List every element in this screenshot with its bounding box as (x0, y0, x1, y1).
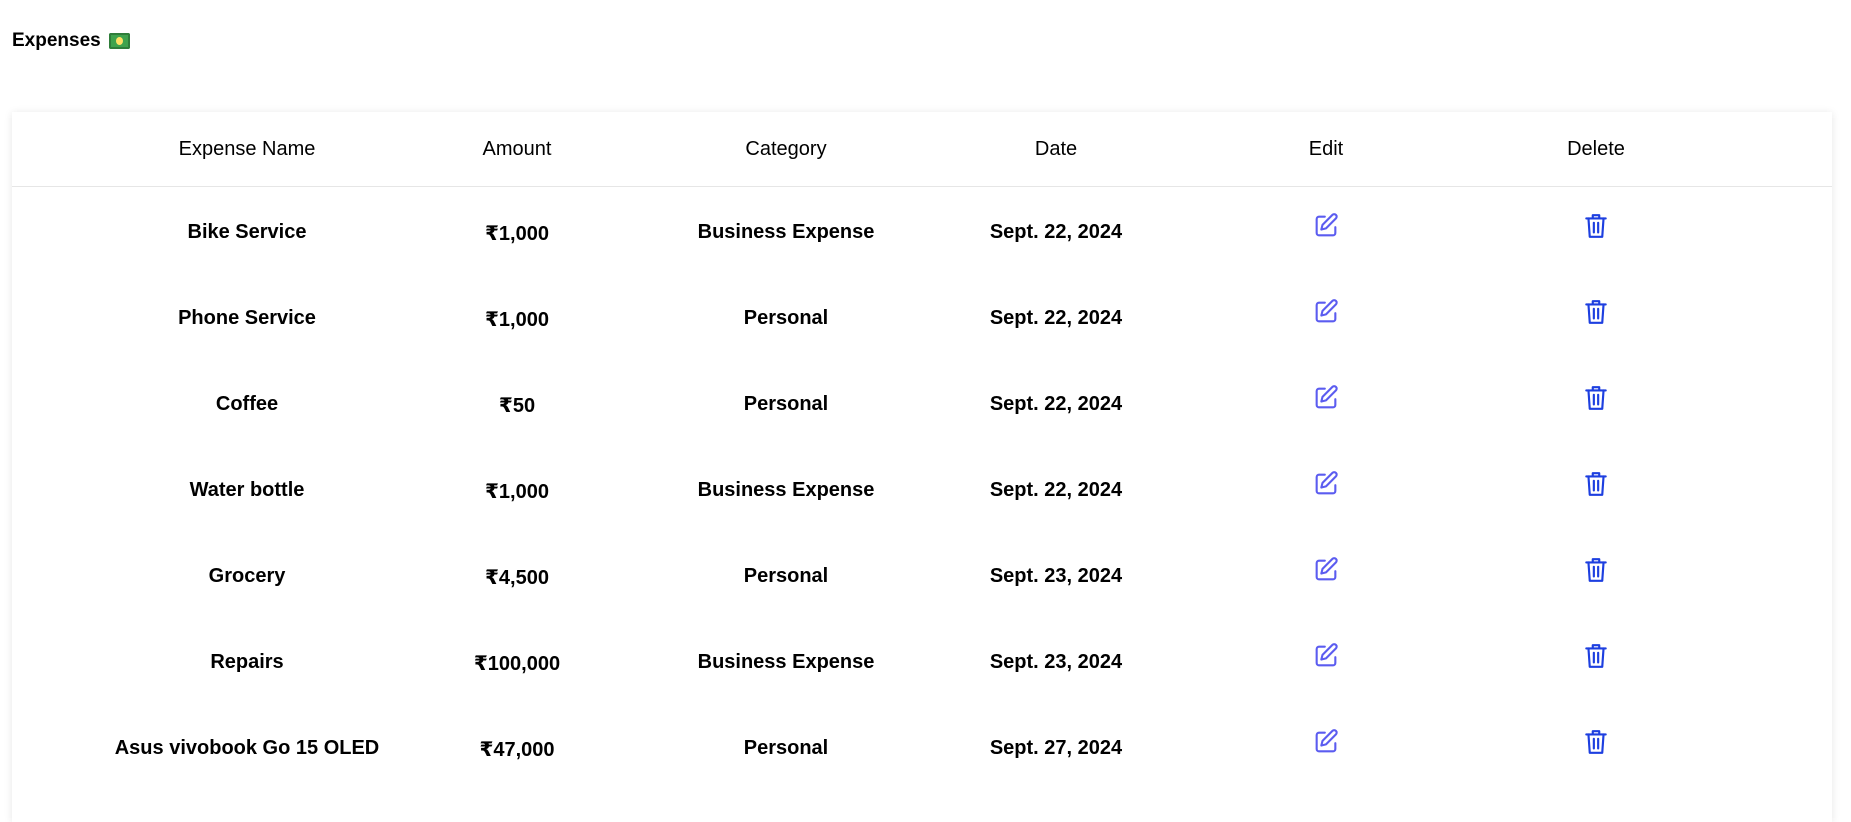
expense-amount: ₹47,000 (479, 739, 555, 761)
edit-icon (1315, 643, 1338, 667)
expense-category: Personal (743, 565, 829, 587)
edit-button[interactable] (1312, 298, 1340, 326)
money-bill-icon (108, 33, 130, 49)
expense-category: Personal (743, 393, 829, 415)
expense-date: Sept. 23, 2024 (989, 651, 1123, 673)
expense-category: Business Expense (697, 651, 875, 673)
expense-date: Sept. 22, 2024 (989, 393, 1123, 415)
edit-button[interactable] (1312, 384, 1340, 412)
delete-button[interactable] (1583, 470, 1609, 498)
table-row: Water bottle ₹1,000 Business Expense Sep… (12, 444, 1832, 530)
column-header-category: Category (745, 138, 827, 160)
table-row: Repairs ₹100,000 Business Expense Sept. … (12, 616, 1832, 702)
delete-button[interactable] (1583, 212, 1609, 240)
table-header-row: Expense Name Amount Category Date Edit D… (12, 112, 1832, 187)
expense-date: Sept. 22, 2024 (989, 221, 1123, 243)
expense-name: Bike Service (187, 221, 307, 243)
trash-icon (1585, 214, 1607, 238)
trash-icon (1585, 386, 1607, 410)
table-row: Coffee ₹50 Personal Sept. 22, 2024 (12, 358, 1832, 444)
edit-button[interactable] (1312, 728, 1340, 756)
expense-date: Sept. 22, 2024 (989, 479, 1123, 501)
table-row: Asus vivobook Go 15 OLED ₹47,000 Persona… (12, 702, 1832, 788)
trash-icon (1585, 300, 1607, 324)
expense-amount: ₹100,000 (473, 653, 561, 675)
column-header-edit: Edit (1308, 138, 1344, 160)
delete-button[interactable] (1583, 728, 1609, 756)
edit-icon (1315, 213, 1338, 237)
column-header-delete: Delete (1567, 138, 1625, 160)
edit-button[interactable] (1312, 556, 1340, 584)
column-header-expense-name: Expense Name (178, 138, 316, 160)
delete-button[interactable] (1583, 642, 1609, 670)
trash-icon (1585, 644, 1607, 668)
trash-icon (1585, 472, 1607, 496)
trash-icon (1585, 558, 1607, 582)
expense-name: Repairs (210, 651, 284, 673)
expense-category: Personal (743, 737, 829, 759)
expense-amount: ₹1,000 (485, 309, 549, 331)
table-row: Bike Service ₹1,000 Business Expense Sep… (12, 186, 1832, 272)
edit-icon (1315, 729, 1338, 753)
expense-name: Water bottle (189, 479, 305, 501)
delete-button[interactable] (1583, 298, 1609, 326)
expense-date: Sept. 27, 2024 (989, 737, 1123, 759)
page-title: Expenses (12, 30, 130, 52)
expense-date: Sept. 22, 2024 (989, 307, 1123, 329)
expense-name: Phone Service (178, 307, 316, 329)
expense-category: Business Expense (697, 221, 875, 243)
expense-date: Sept. 23, 2024 (989, 565, 1123, 587)
delete-button[interactable] (1583, 384, 1609, 412)
edit-icon (1315, 299, 1338, 323)
edit-button[interactable] (1312, 470, 1340, 498)
table-row: Phone Service ₹1,000 Personal Sept. 22, … (12, 272, 1832, 358)
edit-icon (1315, 471, 1338, 495)
column-header-amount: Amount (482, 138, 552, 160)
expense-amount: ₹1,000 (485, 223, 549, 245)
trash-icon (1585, 730, 1607, 754)
expenses-table: Expense Name Amount Category Date Edit D… (12, 112, 1832, 822)
expense-name: Coffee (215, 393, 279, 415)
page-title-text: Expenses (12, 30, 101, 51)
edit-button[interactable] (1312, 642, 1340, 670)
column-header-date: Date (1034, 138, 1078, 160)
edit-icon (1315, 385, 1338, 409)
edit-icon (1315, 557, 1338, 581)
expense-amount: ₹4,500 (485, 567, 549, 589)
expense-name: Asus vivobook Go 15 OLED (114, 737, 380, 759)
expense-amount: ₹1,000 (485, 481, 549, 503)
delete-button[interactable] (1583, 556, 1609, 584)
expense-name: Grocery (208, 565, 286, 587)
expense-category: Personal (743, 307, 829, 329)
table-row: Grocery ₹4,500 Personal Sept. 23, 2024 (12, 530, 1832, 616)
edit-button[interactable] (1312, 212, 1340, 240)
expense-category: Business Expense (697, 479, 875, 501)
expense-amount: ₹50 (498, 395, 536, 417)
